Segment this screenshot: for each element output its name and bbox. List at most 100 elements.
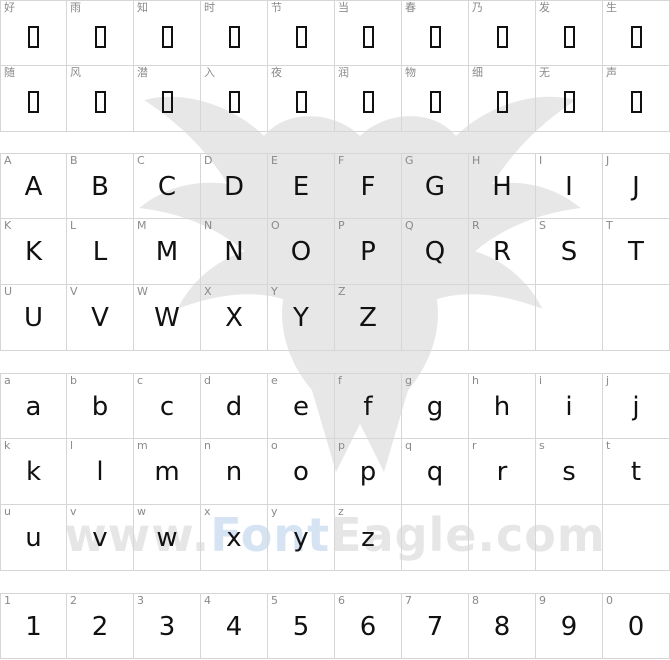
glyph-cell: 随 [0, 66, 67, 132]
glyph-cell [402, 285, 469, 351]
glyph-label: 声 [606, 66, 617, 79]
missing-glyph-box-icon [563, 91, 575, 113]
glyph-sample [469, 82, 535, 116]
glyph-sample [134, 82, 200, 116]
missing-glyph-box-icon [228, 26, 240, 48]
glyph-label: C [137, 154, 145, 167]
glyph-cell: jj [603, 373, 670, 439]
glyph-label: 发 [539, 1, 550, 14]
glyph-cell: 99 [536, 593, 603, 659]
glyph-cell: 乃 [469, 0, 536, 66]
glyph-cell: 好 [0, 0, 67, 66]
missing-glyph-box-icon [496, 91, 508, 113]
glyph-label: f [338, 374, 342, 387]
glyph-label: u [4, 505, 11, 518]
glyph-cell: qq [402, 439, 469, 505]
glyph-row: KKLLMMNNOOPPQQRRSSTT [0, 219, 670, 285]
glyph-row: 好雨知时节当春乃发生 [0, 0, 670, 66]
glyph-cell: FF [335, 153, 402, 219]
glyph-cell: 节 [268, 0, 335, 66]
glyph-label: e [271, 374, 278, 387]
glyph-cell: 无 [536, 66, 603, 132]
glyph-sample [268, 82, 334, 116]
glyph-sample: Q [424, 237, 446, 267]
glyph-sample: a [25, 392, 42, 422]
glyph-cell: cc [134, 373, 201, 439]
glyph-sample: o [293, 457, 309, 487]
glyph-sample: 2 [91, 612, 109, 642]
glyph-sample: H [492, 172, 512, 202]
glyph-label: t [606, 439, 611, 452]
glyph-cell: 44 [201, 593, 268, 659]
glyph-label: 雨 [70, 1, 81, 14]
glyph-label: 乃 [472, 1, 483, 14]
glyph-sample: I [565, 172, 573, 202]
glyph-cell: BB [67, 153, 134, 219]
glyph-cell: 入 [201, 66, 268, 132]
glyph-cell: 风 [67, 66, 134, 132]
glyph-sample: i [565, 392, 573, 422]
glyph-cell: PP [335, 219, 402, 285]
glyph-label: 入 [204, 66, 215, 79]
glyph-cell: 细 [469, 66, 536, 132]
glyph-sample: e [293, 392, 309, 422]
glyph-sample: q [426, 457, 444, 487]
glyph-cell: 生 [603, 0, 670, 66]
glyph-cell: 88 [469, 593, 536, 659]
glyph-cell: NN [201, 219, 268, 285]
glyph-label: 随 [4, 66, 15, 79]
glyph-sample: 0 [627, 612, 645, 642]
glyph-cell: zz [335, 505, 402, 571]
glyph-cell: KK [0, 219, 67, 285]
glyph-row: kkllmmnnooppqqrrsstt [0, 439, 670, 505]
glyph-cell: ii [536, 373, 603, 439]
glyph-cell: gg [402, 373, 469, 439]
glyph-label: v [70, 505, 77, 518]
glyph-sample: 8 [493, 612, 511, 642]
glyph-sample: g [426, 392, 444, 422]
glyph-cell: RR [469, 219, 536, 285]
glyph-label: B [70, 154, 78, 167]
glyph-cell: yy [268, 505, 335, 571]
glyph-cell: VV [67, 285, 134, 351]
glyph-label: h [472, 374, 479, 387]
glyph-label: 5 [271, 594, 278, 607]
glyph-cell: dd [201, 373, 268, 439]
missing-glyph-box-icon [161, 26, 173, 48]
glyph-sample [402, 82, 468, 116]
lowercase-glyph-grid: aabbccddeeffgghhiijjkkllmmnnooppqqrrsstt… [0, 373, 670, 571]
glyph-sample: y [293, 523, 309, 553]
glyph-cell [402, 505, 469, 571]
glyph-cell: vv [67, 505, 134, 571]
glyph-label: D [204, 154, 213, 167]
glyph-sample: c [159, 392, 175, 422]
glyph-cell: 22 [67, 593, 134, 659]
glyph-cell: HH [469, 153, 536, 219]
glyph-cell: oo [268, 439, 335, 505]
glyph-sample: p [359, 457, 377, 487]
glyph-cell: AA [0, 153, 67, 219]
glyph-cell: LL [67, 219, 134, 285]
glyph-cell: TT [603, 219, 670, 285]
missing-glyph-box-icon [563, 26, 575, 48]
missing-glyph-box-icon [362, 91, 374, 113]
glyph-sample: j [632, 392, 640, 422]
glyph-cell: xx [201, 505, 268, 571]
glyph-sample [67, 82, 133, 116]
glyph-sample: K [24, 237, 43, 267]
glyph-sample: O [290, 237, 312, 267]
glyph-sample: d [225, 392, 243, 422]
glyph-label: 物 [405, 66, 416, 79]
glyph-sample [67, 17, 133, 51]
glyph-label: V [70, 285, 78, 298]
glyph-sample: Z [359, 303, 377, 333]
glyph-sample: m [154, 457, 180, 487]
glyph-cell: 知 [134, 0, 201, 66]
glyph-cell: 润 [335, 66, 402, 132]
glyph-cell: 66 [335, 593, 402, 659]
glyph-label: c [137, 374, 144, 387]
glyph-label: P [338, 219, 345, 232]
glyph-label: 细 [472, 66, 483, 79]
missing-glyph-box-icon [362, 26, 374, 48]
glyph-cell: 时 [201, 0, 268, 66]
